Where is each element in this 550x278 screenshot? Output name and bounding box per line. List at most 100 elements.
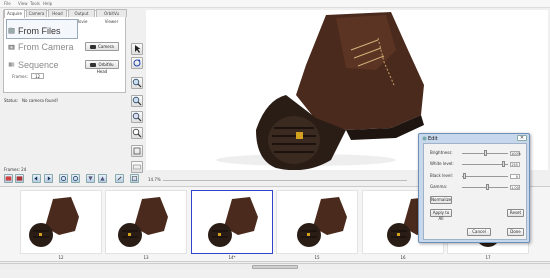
done-button[interactable]: Done <box>507 228 524 236</box>
move-left-button[interactable] <box>32 174 41 183</box>
status-line: Status: No camera found! <box>4 98 58 103</box>
param-label: Black level: <box>430 173 453 178</box>
zoom-out-tool[interactable] <box>131 95 143 107</box>
zoom-fit-icon <box>132 112 142 122</box>
param-value-field[interactable]: 255 <box>510 161 520 167</box>
thumbnail-label: 15 <box>314 255 320 260</box>
fill-icon <box>133 164 141 170</box>
zoom-out-icon <box>132 96 142 106</box>
delete-frame-button[interactable] <box>4 174 13 183</box>
delete-all-icon <box>16 176 23 181</box>
orbitvu-head-button[interactable]: OrbitVu Head <box>85 60 119 74</box>
param-slider-thumb[interactable] <box>484 150 487 156</box>
magnifier-tool[interactable] <box>131 127 143 139</box>
frames-spinbox[interactable]: 12 <box>31 73 44 79</box>
filmstrip-thumbnail[interactable] <box>20 190 102 254</box>
boot-thumbnail-image <box>208 197 258 247</box>
edit-button[interactable] <box>115 174 124 183</box>
edit-dialog-title: Edit <box>428 136 438 142</box>
head-icon <box>90 63 97 67</box>
fill-tool[interactable] <box>131 161 143 173</box>
mirror-button[interactable] <box>98 174 107 183</box>
delete-all-button[interactable] <box>15 174 24 183</box>
flip-icon <box>88 176 93 181</box>
menu-bar: File View Tools Help <box>0 0 550 8</box>
param-slider-thumb[interactable] <box>462 173 466 179</box>
param-slider-track[interactable] <box>462 176 508 177</box>
move-right-button[interactable] <box>44 174 53 183</box>
camera-button[interactable]: Camera <box>85 42 119 51</box>
tab-acquire[interactable]: Acquire <box>4 9 25 18</box>
reset-button[interactable]: Reset <box>507 209 524 217</box>
edit-dialog-body: Brightness: 100% White level: 255 Black leve… <box>423 143 527 240</box>
rotate-right-button[interactable] <box>71 174 80 183</box>
thumbnail-label: 12 <box>58 255 64 260</box>
menu-tools[interactable]: Tools <box>30 1 40 6</box>
mirror-icon <box>100 176 105 181</box>
rotate-left-icon <box>61 176 66 181</box>
crop-frame-button[interactable] <box>130 174 139 183</box>
arrow-right-icon <box>47 176 51 181</box>
status-value: No camera found! <box>22 98 59 103</box>
zoom-slider[interactable] <box>163 180 407 181</box>
camera-icon <box>90 45 97 49</box>
pointer-tool[interactable] <box>131 43 143 55</box>
magnifier-icon <box>132 128 142 138</box>
from-camera-option[interactable]: From Camera <box>18 42 74 52</box>
filmstrip-thumbnail[interactable] <box>105 190 187 254</box>
crop-frame-icon <box>132 176 137 181</box>
camera-option-icon <box>8 44 15 50</box>
param-value-field[interactable]: 100% <box>510 150 521 156</box>
files-icon <box>8 27 15 34</box>
zoom-fit-tool[interactable] <box>131 111 143 123</box>
thumbnail-label: 14* <box>228 255 236 260</box>
tab-camera[interactable]: Camera <box>26 9 47 17</box>
param-slider-thumb[interactable] <box>502 161 506 167</box>
flip-button[interactable] <box>86 174 95 183</box>
boot-thumbnail-image <box>297 197 347 247</box>
menu-help[interactable]: Help <box>43 1 52 6</box>
rotate-tool[interactable] <box>131 57 143 69</box>
frames-count-label: Frames: 24 <box>4 167 27 172</box>
close-icon[interactable]: ✕ <box>517 135 527 141</box>
crop-icon <box>133 147 141 155</box>
menu-file[interactable]: File <box>4 1 11 6</box>
boot-thumbnail-image <box>29 197 79 247</box>
thumbnail-label: 17 <box>485 255 491 260</box>
edit-dialog: Edit ✕ Brightness: 100% White level: 255 Bla… <box>418 133 530 243</box>
param-label: Brightness: <box>430 150 453 155</box>
edit-icon <box>117 176 122 181</box>
sequence-icon <box>8 62 15 67</box>
rotate-left-button[interactable] <box>59 174 68 183</box>
param-value-field[interactable]: 0 <box>510 173 520 179</box>
apply-to-all-button[interactable]: Apply to All <box>430 209 452 221</box>
pointer-icon <box>135 45 141 53</box>
param-value-field[interactable]: 1.00 <box>510 184 520 190</box>
from-files-option[interactable]: From Files <box>18 26 61 36</box>
camera-button-label: Camera <box>98 44 114 49</box>
normalize-button[interactable]: Normalize <box>430 196 452 204</box>
zoom-in-tool[interactable] <box>131 77 143 89</box>
param-slider-thumb[interactable] <box>486 184 490 190</box>
tab-orbitvu-viewer[interactable]: OrbitVu Viewer <box>96 9 127 24</box>
tab-output-movie[interactable]: Output Movie <box>68 9 95 24</box>
param-label: Gamma: <box>430 184 448 189</box>
status-bar <box>0 269 550 278</box>
status-label: Status: <box>4 98 19 103</box>
param-slider-track[interactable] <box>462 187 508 188</box>
filmstrip-thumbnail[interactable] <box>276 190 358 254</box>
param-label: White level: <box>430 161 454 166</box>
rotate-right-icon <box>73 176 78 181</box>
edit-dialog-icon <box>422 136 427 141</box>
sequence-option[interactable]: Sequence <box>18 60 59 70</box>
cancel-button[interactable]: Cancel <box>467 228 491 236</box>
frames-label: Frames: <box>12 74 28 79</box>
filmstrip-thumbnail[interactable] <box>191 190 273 254</box>
tab-head[interactable]: Head <box>48 9 67 17</box>
param-slider-track[interactable] <box>462 164 508 165</box>
crop-tool[interactable] <box>131 145 143 157</box>
delete-frame-icon <box>5 176 12 181</box>
boot-thumbnail-image <box>118 197 168 247</box>
thumbnail-label: 13 <box>143 255 149 260</box>
menu-view[interactable]: View <box>18 1 28 6</box>
